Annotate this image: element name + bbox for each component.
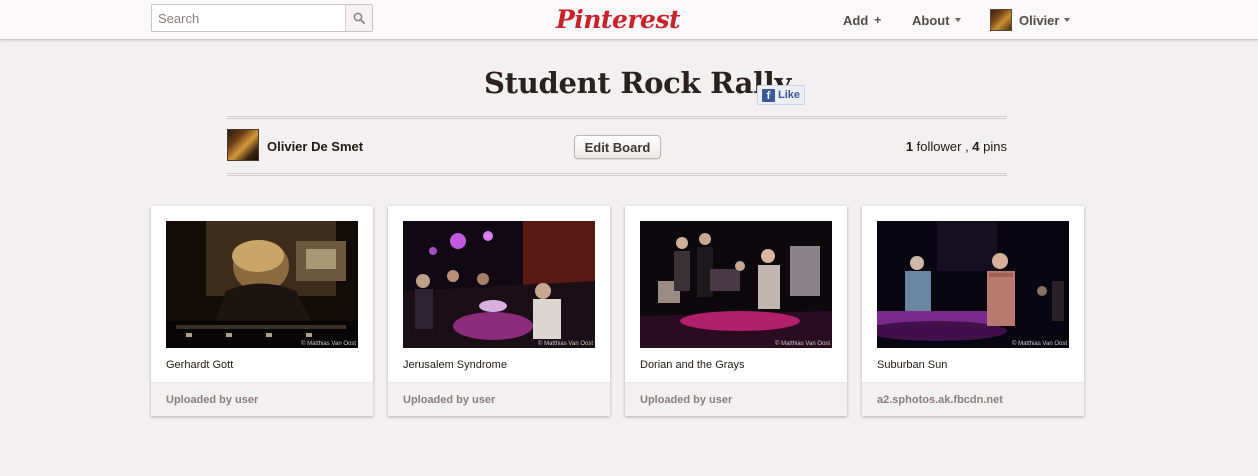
pin-card[interactable]: © Matthias Van Oost Jerusalem Syndrome U… [388, 206, 610, 416]
pins-label: pins [979, 139, 1007, 154]
pin-card[interactable]: © Matthias Van Oost Suburban Sun a2.spho… [862, 206, 1084, 416]
search-box [151, 4, 373, 32]
pin-source[interactable]: Uploaded by user [151, 382, 373, 416]
divider [227, 116, 1007, 119]
like-label: Like [778, 89, 801, 101]
plus-icon: + [874, 13, 882, 27]
photo-credit: © Matthias Van Oost [1012, 341, 1067, 347]
photo-credit: © Matthias Van Oost [775, 341, 830, 347]
pin-card[interactable]: © Matthias Van Oost Gerhardt Gott Upload… [151, 206, 373, 416]
photo-credit: © Matthias Van Oost [538, 341, 593, 347]
nav-about-label: About [912, 12, 950, 28]
pin-card[interactable]: © Matthias Van Oost Dorian and the Grays… [625, 206, 847, 416]
board-stats: 1 follower , 4 pins [906, 139, 1007, 154]
board-title: Student Rock Rally [484, 66, 792, 100]
followers-label[interactable]: follower , [913, 139, 972, 154]
pin-image[interactable]: © Matthias Van Oost [403, 221, 595, 348]
nav-user-menu[interactable]: Olivier [990, 8, 1071, 32]
pin-image[interactable]: © Matthias Van Oost [166, 221, 358, 348]
search-input[interactable] [152, 5, 346, 31]
pin-description: Suburban Sun [877, 359, 948, 371]
facebook-like-button[interactable]: f Like [757, 85, 805, 105]
nav-about-menu[interactable]: About [912, 11, 961, 29]
owner-name-link[interactable]: Olivier De Smet [267, 139, 363, 154]
chevron-down-icon [954, 18, 961, 22]
pin-source[interactable]: Uploaded by user [388, 382, 610, 416]
facebook-icon: f [762, 88, 775, 102]
pin-description: Jerusalem Syndrome [403, 359, 507, 371]
pin-description: Gerhardt Gott [166, 359, 234, 371]
owner-avatar[interactable] [227, 129, 259, 161]
search-button[interactable] [345, 5, 372, 31]
top-navigation-bar: Pinterest Add + About Olivier [0, 0, 1258, 40]
chevron-down-icon [1064, 18, 1071, 22]
pin-image[interactable]: © Matthias Van Oost [877, 221, 1069, 348]
pin-image[interactable]: © Matthias Van Oost [640, 221, 832, 348]
pin-source[interactable]: a2.sphotos.ak.fbcdn.net [862, 382, 1084, 416]
pinterest-logo[interactable]: Pinterest [556, 1, 681, 37]
search-icon [353, 12, 365, 24]
pins-count: 4 [972, 139, 980, 154]
nav-add-label: Add [843, 12, 869, 28]
pin-source[interactable]: Uploaded by user [625, 382, 847, 416]
edit-board-button[interactable]: Edit Board [574, 135, 661, 159]
photo-credit: © Matthias Van Oost [301, 341, 356, 347]
divider [227, 173, 1007, 176]
nav-add-button[interactable]: Add + [843, 11, 881, 29]
nav-user-label: Olivier [1019, 12, 1060, 28]
pin-description: Dorian and the Grays [640, 359, 745, 371]
avatar [990, 9, 1012, 31]
followers-count[interactable]: 1 [906, 139, 913, 154]
